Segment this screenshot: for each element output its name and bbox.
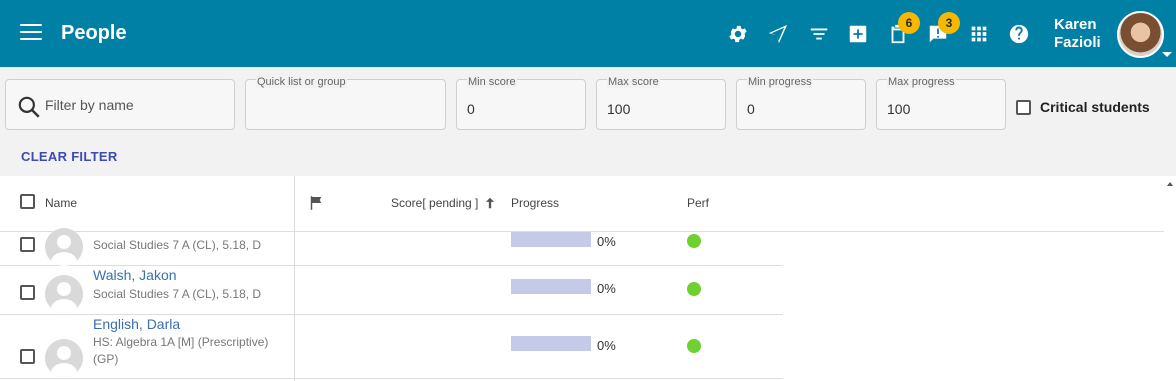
column-perf[interactable]: Perf [687, 196, 709, 210]
max-progress-label: Max progress [887, 76, 956, 88]
critical-students-label: Critical students [1040, 99, 1150, 115]
send-icon[interactable] [766, 22, 790, 46]
student-course: Social Studies 7 A (CL), 5.18, D [93, 238, 262, 252]
search-icon [18, 96, 40, 118]
progress-bar [511, 279, 591, 294]
user-avatar[interactable] [1117, 11, 1164, 58]
min-score-value[interactable]: 0 [467, 101, 475, 117]
page-title: People [61, 22, 127, 44]
alerts-badge: 3 [938, 12, 960, 34]
column-score[interactable]: Score[ pending ] [391, 196, 478, 210]
progress-value: 0% [597, 281, 616, 296]
table-row[interactable]: Walsh, Jakon Social Studies 7 A (CL), 5.… [0, 266, 783, 315]
avatar [45, 275, 83, 313]
quick-list-select[interactable]: Quick list or group [245, 76, 446, 130]
row-checkbox[interactable] [20, 349, 35, 364]
menu-icon[interactable] [20, 24, 42, 42]
user-last-name: Fazioli [1054, 34, 1101, 51]
progress-value: 0% [597, 234, 616, 249]
student-course: HS: Algebra 1A [M] (Prescriptive) (GP) [93, 335, 269, 366]
column-name[interactable]: Name [45, 196, 77, 210]
people-table: Name Score[ pending ] Progress Perf Soci… [0, 176, 1164, 381]
progress-bar [511, 336, 591, 351]
user-name[interactable]: Karen Fazioli [1054, 16, 1101, 52]
search-input[interactable]: Filter by name [45, 97, 134, 113]
min-progress-field[interactable]: Min progress 0 [736, 76, 866, 130]
perf-indicator [687, 339, 701, 353]
chevron-down-icon[interactable] [1162, 52, 1172, 57]
search-field[interactable]: Filter by name [5, 79, 235, 130]
table-row[interactable]: Social Studies 7 A (CL), 5.18, D 0% [0, 228, 783, 266]
add-box-icon[interactable] [846, 22, 870, 46]
critical-students-checkbox[interactable] [1016, 99, 1031, 115]
select-all-checkbox[interactable] [20, 194, 35, 209]
max-progress-value[interactable]: 100 [887, 101, 910, 117]
max-score-label: Max score [607, 76, 660, 88]
student-name[interactable]: Walsh, Jakon [93, 267, 177, 283]
apps-grid-icon[interactable] [967, 22, 991, 46]
max-score-value[interactable]: 100 [607, 101, 630, 117]
avatar [45, 228, 83, 266]
row-checkbox[interactable] [20, 285, 35, 300]
min-progress-label: Min progress [747, 76, 813, 88]
min-score-field[interactable]: Min score 0 [456, 76, 586, 130]
table-header: Name Score[ pending ] Progress Perf [0, 176, 1164, 232]
row-checkbox[interactable] [20, 237, 35, 252]
student-course: Social Studies 7 A (CL), 5.18, D [93, 287, 262, 301]
column-divider [294, 176, 295, 381]
table-row[interactable]: English, Darla HS: Algebra 1A [M] (Presc… [0, 315, 783, 379]
max-score-field[interactable]: Max score 100 [596, 76, 726, 130]
column-progress[interactable]: Progress [511, 196, 559, 210]
max-progress-field[interactable]: Max progress 100 [876, 76, 1006, 130]
help-icon[interactable] [1007, 22, 1031, 46]
min-progress-value[interactable]: 0 [747, 101, 755, 117]
arrow-up-icon[interactable] [483, 196, 497, 210]
progress-value: 0% [597, 338, 616, 353]
avatar [45, 339, 83, 377]
clipboard-badge: 6 [898, 12, 920, 34]
top-app-bar: People 6 3 Karen Fazioli [0, 0, 1176, 67]
scrollbar[interactable] [1164, 176, 1176, 381]
clear-filter-button[interactable]: CLEAR FILTER [21, 149, 118, 164]
user-first-name: Karen [1054, 16, 1097, 33]
student-name[interactable]: English, Darla [93, 316, 180, 332]
flag-icon[interactable] [307, 194, 325, 212]
scroll-up-icon[interactable] [1167, 182, 1173, 186]
critical-students-toggle[interactable]: Critical students [1016, 99, 1150, 115]
min-score-label: Min score [467, 76, 517, 88]
quick-list-label: Quick list or group [256, 76, 347, 88]
perf-indicator [687, 234, 701, 248]
gear-icon[interactable] [726, 22, 750, 46]
filter-icon[interactable] [807, 22, 831, 46]
progress-bar [511, 232, 591, 247]
perf-indicator [687, 282, 701, 296]
